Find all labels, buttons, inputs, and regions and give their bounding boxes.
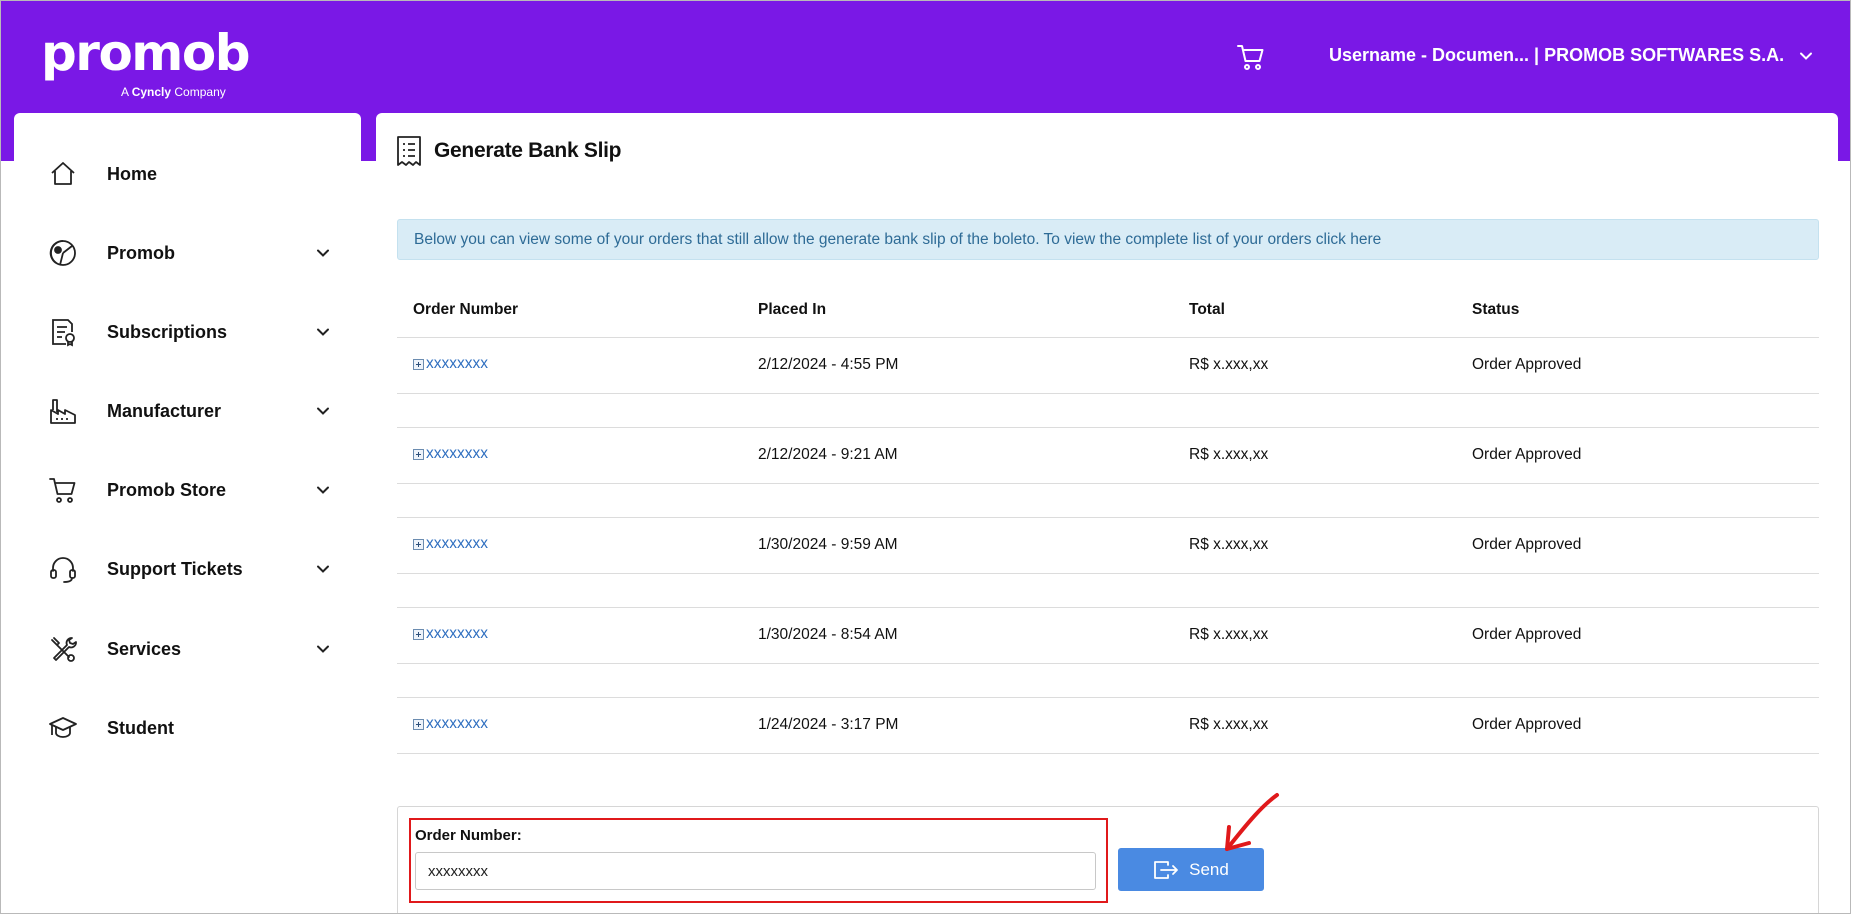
order-number-cell: xxxxxxxx [397, 337, 742, 394]
total-cell: R$ x.xxx,xx [1173, 607, 1456, 664]
subscriptions-icon [52, 319, 75, 347]
table-row: xxxxxxxx 1/30/2024 - 9:59 AM R$ x.xxx,xx… [397, 517, 1819, 574]
order-number-cell: xxxxxxxx [397, 517, 742, 574]
order-link[interactable]: xxxxxxxx [413, 355, 488, 373]
table-row: xxxxxxxx 1/30/2024 - 8:54 AM R$ x.xxx,xx… [397, 607, 1819, 664]
total-cell: R$ x.xxx,xx [1173, 337, 1456, 394]
column-header-total: Total [1173, 283, 1456, 338]
total-cell: R$ x.xxx,xx [1173, 427, 1456, 484]
factory-icon [50, 399, 76, 424]
promob-logo[interactable]: promob A Cyncly Company [41, 23, 251, 99]
total-cell: R$ x.xxx,xx [1173, 697, 1456, 754]
column-header-placed-in: Placed In [742, 283, 1173, 338]
send-icon [1154, 860, 1179, 879]
expand-icon[interactable] [413, 718, 424, 730]
table-row: xxxxxxxx 2/12/2024 - 4:55 PM R$ x.xxx,xx… [397, 337, 1819, 394]
sidebar-item-label: Manufacturer [107, 400, 222, 421]
chevron-down-icon [317, 486, 329, 494]
status-cell: Order Approved [1456, 427, 1819, 484]
order-link[interactable]: xxxxxxxx [413, 445, 488, 463]
sidebar-item-support-tickets[interactable]: Support Tickets [14, 534, 361, 604]
order-link[interactable]: xxxxxxxx [413, 715, 488, 733]
account-label: Username - Documen... | PROMOB SOFTWARES… [1329, 45, 1785, 65]
table-header-row: Order Number Placed In Total Status [397, 283, 1819, 338]
sidebar-item-label: Student [107, 717, 174, 738]
status-cell: Order Approved [1456, 517, 1819, 574]
sidebar-item-student[interactable]: Student [14, 693, 361, 763]
chevron-down-icon [317, 407, 329, 415]
sidebar-item-label: Support Tickets [107, 558, 243, 579]
sidebar-item-services[interactable]: Services [14, 614, 361, 684]
expand-icon[interactable] [413, 448, 424, 460]
sidebar: Home Promob Subscriptions Manufacturer P… [14, 113, 361, 913]
logo-wordmark: promob [41, 24, 251, 82]
sidebar-item-subscriptions[interactable]: Subscriptions [14, 297, 361, 367]
chevron-down-icon [317, 249, 329, 257]
status-cell: Order Approved [1456, 697, 1819, 754]
sidebar-item-label: Promob Store [107, 479, 227, 500]
cart-icon[interactable] [1235, 41, 1267, 73]
placed-in-cell: 1/30/2024 - 9:59 AM [742, 517, 1173, 574]
receipt-icon [397, 136, 421, 166]
order-number-input[interactable] [415, 852, 1096, 890]
tools-icon [51, 637, 77, 662]
detail-row [397, 483, 1819, 518]
sidebar-item-label: Services [107, 638, 182, 659]
detail-row [397, 663, 1819, 698]
sidebar-item-manufacturer[interactable]: Manufacturer [14, 376, 361, 446]
sidebar-item-promob-store[interactable]: Promob Store [14, 455, 361, 525]
order-number-cell: xxxxxxxx [397, 427, 742, 484]
placed-in-cell: 2/12/2024 - 9:21 AM [742, 427, 1173, 484]
chevron-down-icon [317, 645, 329, 653]
placed-in-cell: 1/24/2024 - 3:17 PM [742, 697, 1173, 754]
orders-table: Order Number Placed In Total Status xxxx… [397, 283, 1819, 754]
order-link[interactable]: xxxxxxxx [413, 535, 488, 553]
main-panel: Generate Bank Slip Below you can view so… [376, 113, 1838, 913]
column-header-order-number: Order Number [397, 283, 742, 338]
chevron-down-icon [317, 565, 329, 573]
detail-row [397, 573, 1819, 608]
expand-icon[interactable] [413, 358, 424, 370]
page-title-text: Generate Bank Slip [434, 139, 622, 162]
expand-icon[interactable] [413, 538, 424, 550]
sidebar-item-promob[interactable]: Promob [14, 218, 361, 288]
send-button-label: Send [1189, 859, 1229, 879]
order-number-cell: xxxxxxxx [397, 607, 742, 664]
column-header-status: Status [1456, 283, 1819, 338]
info-alert[interactable]: Below you can view some of your orders t… [397, 219, 1819, 260]
placed-in-cell: 1/30/2024 - 8:54 AM [742, 607, 1173, 664]
status-cell: Order Approved [1456, 607, 1819, 664]
placed-in-cell: 2/12/2024 - 4:55 PM [742, 337, 1173, 394]
order-link[interactable]: xxxxxxxx [413, 625, 488, 643]
sidebar-item-label: Promob [107, 242, 176, 263]
table-row: xxxxxxxx 2/12/2024 - 9:21 AM R$ x.xxx,xx… [397, 427, 1819, 484]
order-number-cell: xxxxxxxx [397, 697, 742, 754]
status-cell: Order Approved [1456, 337, 1819, 394]
chevron-down-icon [1800, 52, 1813, 60]
order-number-label: Order Number: [415, 827, 522, 844]
page-title: Generate Bank Slip [396, 135, 621, 167]
sidebar-item-label: Subscriptions [107, 321, 228, 342]
app-frame: promob A Cyncly Company Username - Docum… [0, 0, 1851, 914]
pointer-arrow-icon [1225, 793, 1279, 851]
promob-icon [49, 240, 76, 266]
detail-row [397, 393, 1819, 428]
account-menu[interactable]: Username - Documen... | PROMOB SOFTWARES… [1329, 45, 1814, 66]
table-row: xxxxxxxx 1/24/2024 - 3:17 PM R$ x.xxx,xx… [397, 697, 1819, 754]
graduation-cap-icon [49, 717, 77, 738]
expand-icon[interactable] [413, 628, 424, 640]
chevron-down-icon [317, 328, 329, 336]
home-icon [51, 162, 75, 185]
cart-icon [49, 478, 76, 503]
total-cell: R$ x.xxx,xx [1173, 517, 1456, 574]
logo-tagline: A Cyncly Company [121, 85, 226, 99]
sidebar-item-home[interactable]: Home [14, 139, 361, 209]
headset-icon [50, 557, 76, 583]
sidebar-item-label: Home [107, 163, 158, 184]
